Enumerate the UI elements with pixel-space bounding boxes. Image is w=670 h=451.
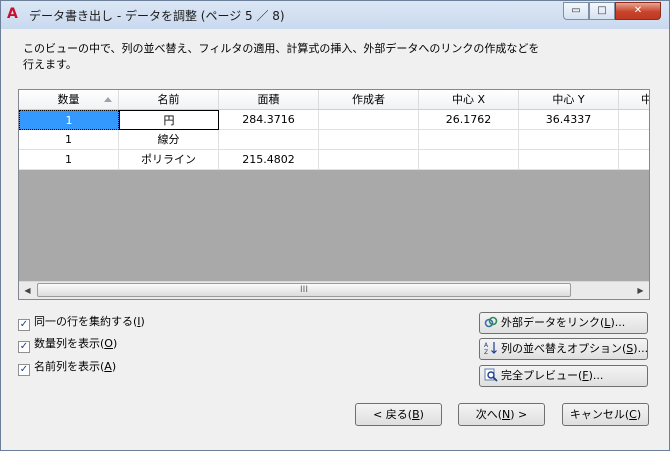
svg-text:Z: Z [484, 349, 488, 355]
combine-rows-option[interactable]: ✓ 同一の行を集約する(I) [18, 314, 145, 331]
next-label-end: ) > [510, 408, 528, 421]
column-header-name[interactable]: 名前 [119, 90, 219, 109]
next-accesskey: N [502, 408, 511, 421]
table-cell[interactable]: 36.4337 [519, 110, 619, 130]
show-count-label: 数量列を表示( [34, 337, 105, 350]
full-preview-button[interactable]: 完全プレビュー(F)... [479, 365, 648, 387]
column-header-count[interactable]: 数量 [19, 90, 119, 109]
sort-options-label-end: )... [633, 342, 649, 355]
next-button[interactable]: 次へ(N) > [458, 403, 545, 426]
table-cell[interactable] [219, 130, 319, 150]
show-name-label: 名前列を表示( [34, 360, 105, 373]
back-button[interactable]: < 戻る(B) [355, 403, 442, 426]
back-label-end: ) [419, 408, 424, 421]
show-count-checkbox[interactable]: ✓ [18, 341, 30, 353]
show-count-option[interactable]: ✓ 数量列を表示(O) [18, 336, 118, 353]
minimize-button[interactable]: ▭ [563, 2, 589, 20]
table-cell[interactable] [319, 150, 419, 170]
scrollbar-thumb[interactable]: III [37, 283, 571, 297]
table-row[interactable]: 1 線分 [19, 130, 649, 150]
combine-rows-label: 同一の行を集約する( [34, 315, 138, 328]
table-row[interactable]: 1 円 284.3716 26.1762 36.4337 [19, 110, 649, 130]
cancel-button[interactable]: キャンセル(C) [562, 403, 649, 426]
full-preview-label-end: )... [588, 369, 604, 382]
sort-ascending-icon [104, 97, 112, 102]
table-cell[interactable]: ポリライン [119, 150, 219, 170]
title-bar[interactable]: A データ書き出し - データを調整 (ページ 5 ／ 8) ▭ □ ✕ [1, 1, 669, 29]
table-cell[interactable]: 1 [19, 110, 119, 130]
table-cell[interactable]: 284.3716 [219, 110, 319, 130]
show-count-label-end: ) [112, 337, 118, 350]
table-cell[interactable]: 1 [19, 150, 119, 170]
window-title: データ書き出し - データを調整 (ページ 5 ／ 8) [29, 9, 285, 23]
show-name-option[interactable]: ✓ 名前列を表示(A) [18, 359, 117, 376]
table-cell[interactable]: 26.1762 [419, 110, 519, 130]
show-count-accesskey: O [104, 337, 113, 350]
table-row[interactable]: 1 ポリライン 215.4802 [19, 150, 649, 170]
show-name-label-end: ) [111, 360, 117, 373]
link-external-label: 外部データをリンク( [501, 316, 605, 329]
full-preview-label: 完全プレビュー( [501, 369, 583, 382]
table-cell[interactable] [419, 150, 519, 170]
combine-rows-checkbox[interactable]: ✓ [18, 319, 30, 331]
table-cell[interactable]: 1 [19, 130, 119, 150]
link-icon [484, 315, 498, 329]
table-cell[interactable]: 線分 [119, 130, 219, 150]
cancel-accesskey: C [629, 408, 637, 421]
column-header-label: 数量 [57, 93, 80, 106]
close-button[interactable]: ✕ [615, 2, 661, 20]
table-cell[interactable]: 円 [119, 110, 219, 130]
back-accesskey: B [412, 408, 420, 421]
column-header-author[interactable]: 作成者 [319, 90, 419, 109]
link-external-label-end: )... [610, 316, 626, 329]
table-cell[interactable] [319, 110, 419, 130]
table-cell[interactable] [619, 110, 649, 130]
combine-rows-label-end: ) [140, 315, 145, 328]
table-cell[interactable] [619, 150, 649, 170]
show-name-accesskey: A [104, 360, 112, 373]
next-label: 次へ( [475, 408, 503, 421]
sort-az-icon: AZ [484, 341, 498, 356]
table-cell[interactable] [519, 130, 619, 150]
cancel-label-end: ) [636, 408, 642, 421]
preview-magnifier-icon [484, 368, 498, 382]
horizontal-scrollbar[interactable]: ◀ III ▶ [19, 281, 649, 299]
back-label: < 戻る( [373, 408, 413, 421]
table-cell[interactable] [319, 130, 419, 150]
show-name-checkbox[interactable]: ✓ [18, 364, 30, 376]
table-cell[interactable] [619, 130, 649, 150]
cancel-label: キャンセル( [569, 408, 630, 421]
column-header-center-z-partial[interactable]: 中 [619, 90, 649, 109]
maximize-button[interactable]: □ [589, 2, 615, 20]
table-header: 数量 名前 面積 作成者 中心 X 中心 Y 中 [19, 90, 649, 110]
table-cell[interactable] [519, 150, 619, 170]
column-header-center-x[interactable]: 中心 X [419, 90, 519, 109]
sort-options-label: 列の並べ替えオプション( [501, 342, 627, 355]
svg-text:A: A [484, 342, 489, 349]
column-header-area[interactable]: 面積 [219, 90, 319, 109]
scroll-left-icon[interactable]: ◀ [19, 282, 36, 299]
data-table[interactable]: 数量 名前 面積 作成者 中心 X 中心 Y 中 1 円 284.3716 26… [18, 89, 650, 300]
page-description: このビューの中で、列の並べ替え、フィルタの適用、計算式の挿入、外部データへのリン… [23, 42, 540, 71]
column-header-center-y[interactable]: 中心 Y [519, 90, 619, 109]
scroll-right-icon[interactable]: ▶ [632, 282, 649, 299]
sort-options-button[interactable]: A Z 列の並べ替えオプション(S)... [479, 338, 648, 360]
table-cell[interactable] [419, 130, 519, 150]
link-external-data-button[interactable]: 外部データをリンク(L)... [479, 312, 648, 334]
autocad-app-icon: A [7, 6, 18, 22]
table-cell[interactable]: 215.4802 [219, 150, 319, 170]
dialog-window: A データ書き出し - データを調整 (ページ 5 ／ 8) ▭ □ ✕ このビ… [0, 0, 670, 451]
